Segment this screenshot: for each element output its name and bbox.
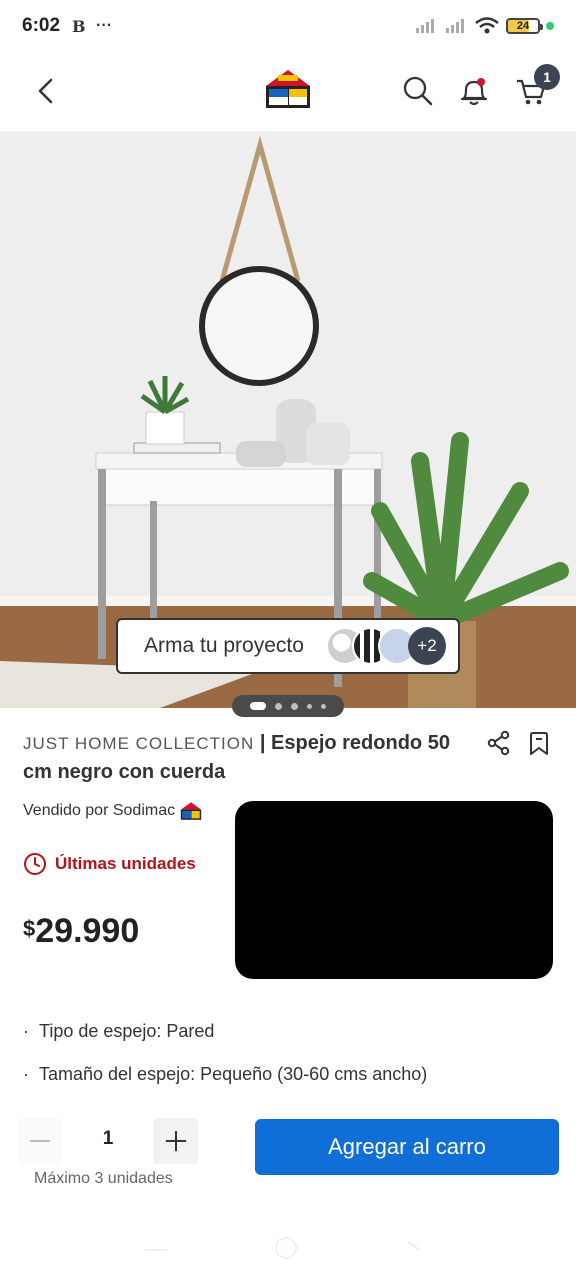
nav-icons <box>145 1237 421 1259</box>
clock-icon <box>24 853 46 875</box>
price-symbol: $ <box>23 916 36 941</box>
seller-logo <box>180 802 202 820</box>
cart-button[interactable]: 1 <box>506 64 560 116</box>
system-nav-bar <box>0 1220 576 1280</box>
signal-icon <box>416 19 434 33</box>
pager-dot[interactable] <box>275 702 282 710</box>
share-button[interactable] <box>486 730 514 758</box>
minus-icon <box>30 1140 50 1142</box>
quantity-max-label: Máximo 3 unidades <box>34 1170 173 1187</box>
price-value: 29.990 <box>35 912 140 950</box>
status-bar: 6:02 B ··· 24 <box>0 0 576 52</box>
title-separator: | <box>259 732 266 754</box>
status-time: 6:02 <box>22 15 61 36</box>
spec-item: · Tamaño del espejo: Pequeño (30-60 cms a… <box>23 1064 428 1084</box>
more-icon: ··· <box>96 17 113 34</box>
pager-dot[interactable] <box>291 702 298 710</box>
status-dot <box>546 22 554 30</box>
seller-label: Vendido por Sodimac <box>23 802 176 819</box>
back-icon <box>38 78 53 104</box>
pager-dot[interactable] <box>250 702 266 710</box>
add-to-cart-button[interactable]: Agregar al carro <box>255 1119 559 1175</box>
logo[interactable] <box>262 68 314 110</box>
promo-banner[interactable] <box>235 801 553 979</box>
notification-icon: B <box>72 17 86 35</box>
svg-text:B: B <box>72 17 86 35</box>
wifi-icon <box>475 17 499 34</box>
notifications-button[interactable] <box>449 66 499 116</box>
save-button[interactable] <box>526 730 554 758</box>
back-button[interactable] <box>20 66 70 116</box>
product-title: JUST HOME COLLECTION | Espejo redondo 50… <box>23 729 473 786</box>
quantity-value[interactable]: 1 <box>88 1128 128 1150</box>
quantity-increase-button[interactable] <box>153 1118 198 1164</box>
seller-info: Vendido por Sodimac <box>23 801 203 821</box>
bookmark-icon <box>530 732 548 755</box>
image-pager[interactable] <box>232 695 344 717</box>
quantity-decrease-button[interactable] <box>18 1118 62 1164</box>
bell-icon <box>460 78 488 106</box>
signal-icon-2 <box>446 19 464 33</box>
plus-icon <box>165 1131 186 1151</box>
pager-dot[interactable] <box>321 703 326 709</box>
battery-icon: 24 <box>506 18 543 34</box>
project-more-count: +2 <box>408 627 446 665</box>
app-header: 1 <box>0 52 576 130</box>
project-chip-label: Arma tu proyecto <box>144 634 304 657</box>
stock-status: Últimas unidades <box>23 852 196 876</box>
search-button[interactable] <box>393 66 443 116</box>
spec-item: · Tipo de espejo: Pared <box>23 1021 215 1041</box>
cart-badge: 1 <box>534 64 560 90</box>
share-icon <box>487 730 510 756</box>
pager-dot[interactable] <box>307 703 312 709</box>
product-brand[interactable]: JUST HOME COLLECTION <box>23 734 254 753</box>
stock-label: Últimas unidades <box>55 854 196 873</box>
search-icon <box>403 76 433 106</box>
project-chip[interactable]: Arma tu proyecto +2 <box>116 618 460 674</box>
product-price: $29.990 <box>23 912 139 951</box>
spec-list: · Tipo de espejo: Pared · Tamaño del espej… <box>23 1010 427 1096</box>
